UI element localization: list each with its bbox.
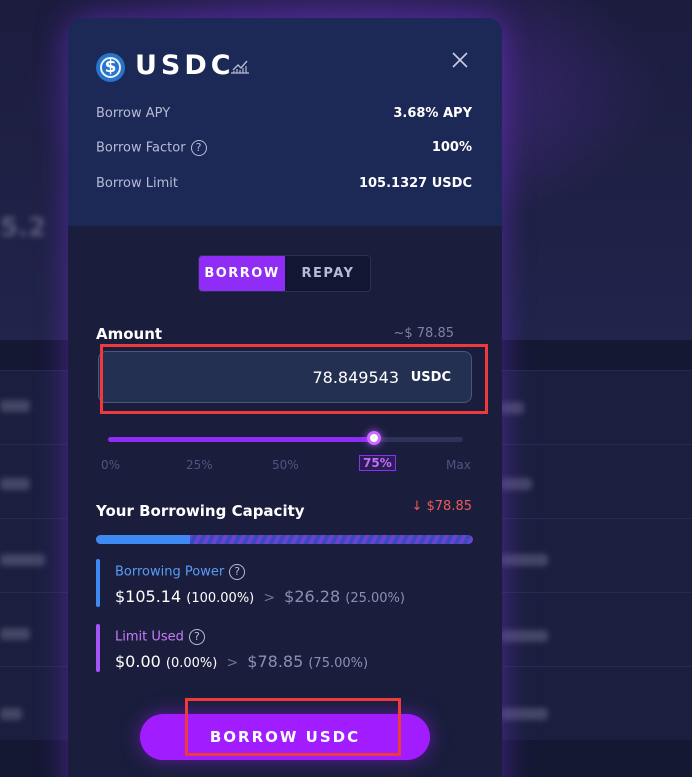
- highlight-box-amount: [100, 344, 488, 414]
- limit-used-accent: [96, 624, 100, 672]
- close-icon[interactable]: [450, 50, 470, 70]
- background-blob: [0, 554, 45, 566]
- tab-borrow[interactable]: BORROW: [199, 256, 285, 291]
- tick-0[interactable]: 0%: [101, 458, 120, 472]
- chevron-right-icon: >: [226, 655, 239, 671]
- borrowing-power-accent: [96, 559, 100, 607]
- background-blob: [500, 554, 548, 566]
- borrow-limit-label: Borrow Limit: [96, 176, 178, 191]
- tick-max[interactable]: Max: [446, 458, 471, 472]
- background-blob: [500, 708, 548, 720]
- slider-fill: [108, 437, 375, 442]
- borrow-apy-value: 3.68% APY: [393, 106, 472, 121]
- background-blob: [500, 630, 548, 642]
- borrowing-power-label: Borrowing Power: [115, 564, 225, 580]
- borrow-factor-label: Borrow Factor: [96, 140, 186, 156]
- amount-slider[interactable]: [108, 437, 463, 442]
- token-title: USDC: [135, 50, 235, 81]
- limit-used-current-pct: (0.00%): [165, 656, 218, 671]
- limit-used-values: $0.00 (0.00%) > $78.85 (75.00%): [115, 652, 368, 671]
- tick-25[interactable]: 25%: [186, 458, 213, 472]
- help-icon[interactable]: ?: [229, 564, 246, 580]
- borrowing-power-row: Borrowing Power?: [115, 564, 246, 580]
- limit-used-after: $78.85: [247, 652, 304, 671]
- borrowing-power-current-pct: (100.00%): [186, 591, 255, 606]
- borrow-apy-label: Borrow APY: [96, 106, 171, 121]
- limit-used-after-pct: (75.00%): [308, 656, 369, 671]
- highlight-box-cta: [185, 698, 401, 756]
- background-blob: [0, 628, 30, 640]
- capacity-change: ↓ $78.85: [411, 499, 472, 514]
- modal-header: [68, 18, 502, 226]
- help-icon[interactable]: ?: [190, 140, 207, 156]
- limit-used-row: Limit Used?: [115, 629, 205, 645]
- help-icon[interactable]: ?: [188, 629, 205, 645]
- background-blob: [0, 400, 30, 412]
- borrow-factor-value: 100%: [431, 140, 472, 155]
- chevron-right-icon: >: [263, 590, 276, 606]
- borrow-limit-value: 105.1327 USDC: [358, 176, 472, 191]
- limit-used-current: $0.00: [115, 652, 161, 671]
- tab-repay[interactable]: REPAY: [285, 256, 370, 291]
- chart-icon[interactable]: [230, 57, 250, 75]
- tick-75[interactable]: 75%: [359, 455, 396, 471]
- capacity-title: Your Borrowing Capacity: [96, 502, 305, 520]
- limit-used-label: Limit Used: [115, 629, 184, 645]
- borrowing-power-current: $105.14: [115, 587, 182, 606]
- slider-thumb[interactable]: [367, 431, 382, 445]
- background-blob: [500, 478, 532, 490]
- background-blob: [0, 708, 22, 720]
- capacity-fill: [96, 535, 191, 544]
- capacity-bar: [96, 535, 473, 544]
- borrowing-power-after-pct: (25.00%): [345, 591, 405, 606]
- borrow-repay-tabs: BORROW REPAY: [198, 255, 371, 292]
- background-blurred-value: 5.2: [0, 213, 47, 243]
- borrowing-power-after: $26.28: [284, 587, 341, 606]
- amount-label: Amount: [96, 325, 163, 343]
- usdc-token-icon: $: [96, 53, 125, 82]
- tick-50[interactable]: 50%: [272, 458, 299, 472]
- borrowing-power-values: $105.14 (100.00%) > $26.28 (25.00%): [115, 587, 405, 606]
- amount-usd-estimate: ~$ 78.85: [393, 326, 454, 341]
- background-blob: [500, 402, 524, 414]
- background-blob: [0, 478, 30, 490]
- borrow-factor-row: Borrow Factor?: [96, 140, 207, 156]
